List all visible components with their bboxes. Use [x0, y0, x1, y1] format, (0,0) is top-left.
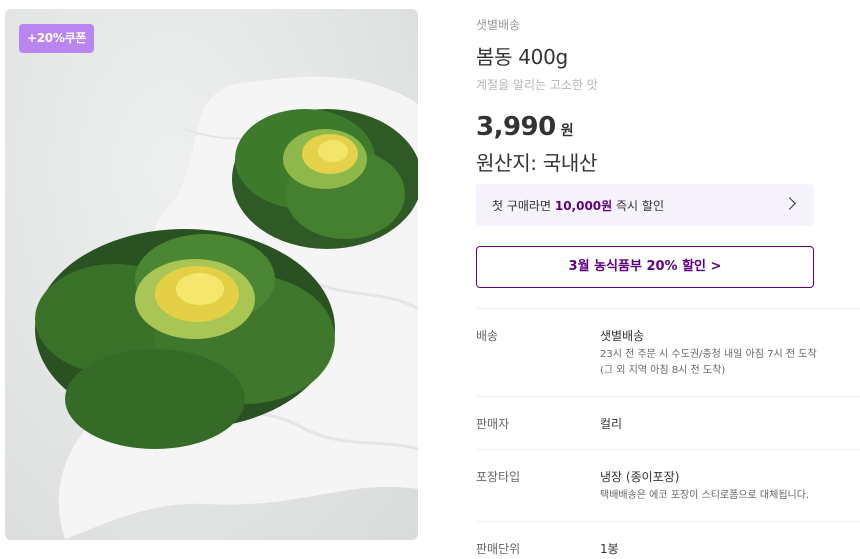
- price-row: 3,990 원: [476, 112, 574, 142]
- event-discount-button[interactable]: 3월 농식품부 20% 할인 >: [476, 246, 814, 288]
- detail-value: 1봉: [600, 542, 619, 556]
- detail-label: 배송: [476, 329, 499, 343]
- chevron-right-icon: [783, 197, 796, 210]
- coupon-badge: +20%쿠폰: [19, 24, 95, 53]
- cabbage-back: [232, 109, 418, 249]
- product-image: +20%쿠폰: [5, 9, 418, 540]
- origin-label: 원산지: 국내산: [476, 151, 598, 175]
- product-details: 배송 샛별배송 23시 전 주문 시 수도권/충청 내일 아침 7시 전 도착 …: [476, 308, 860, 559]
- product-info: 샛별배송 봄동 400g 계절을 알리는 고소한 맛 3,990 원 원산지: …: [476, 0, 860, 559]
- detail-row-delivery: 배송 샛별배송 23시 전 주문 시 수도권/충청 내일 아침 7시 전 도착 …: [476, 309, 860, 397]
- delivery-type-label: 샛별배송: [476, 18, 521, 32]
- detail-row-packaging: 포장타입 냉장 (종이포장) 택배배송은 에코 포장이 스티로폼으로 대체됩니다…: [476, 450, 860, 522]
- price-value: 3,990: [476, 112, 556, 142]
- price-currency: 원: [560, 123, 574, 139]
- detail-value: 냉장 (종이포장): [600, 470, 680, 484]
- first-purchase-amount: 10,000원: [554, 198, 613, 213]
- detail-row-unit: 판매단위 1봉: [476, 522, 860, 559]
- napa-cabbage-icon: [35, 76, 418, 539]
- detail-value: 컬리: [600, 417, 623, 431]
- product-subtitle: 계절을 알리는 고소한 맛: [476, 78, 598, 92]
- detail-note: 택배배송은 에코 포장이 스티로폼으로 대체됩니다.: [600, 490, 810, 501]
- first-purchase-suffix: 즉시 할인: [612, 198, 664, 213]
- detail-label: 포장타입: [476, 470, 521, 484]
- detail-value: 샛별배송: [600, 329, 645, 343]
- product-title: 봄동 400g: [476, 45, 568, 69]
- detail-label: 판매자: [476, 417, 510, 431]
- detail-note: (그 외 지역 아침 8시 전 도착): [600, 365, 726, 376]
- detail-label: 판매단위: [476, 542, 521, 556]
- first-purchase-banner[interactable]: 첫 구매라면 10,000원 즉시 할인: [476, 184, 814, 226]
- detail-note: 23시 전 주문 시 수도권/충청 내일 아침 7시 전 도착: [600, 349, 817, 360]
- first-purchase-prefix: 첫 구매라면: [492, 198, 555, 213]
- detail-row-seller: 판매자 컬리: [476, 397, 860, 450]
